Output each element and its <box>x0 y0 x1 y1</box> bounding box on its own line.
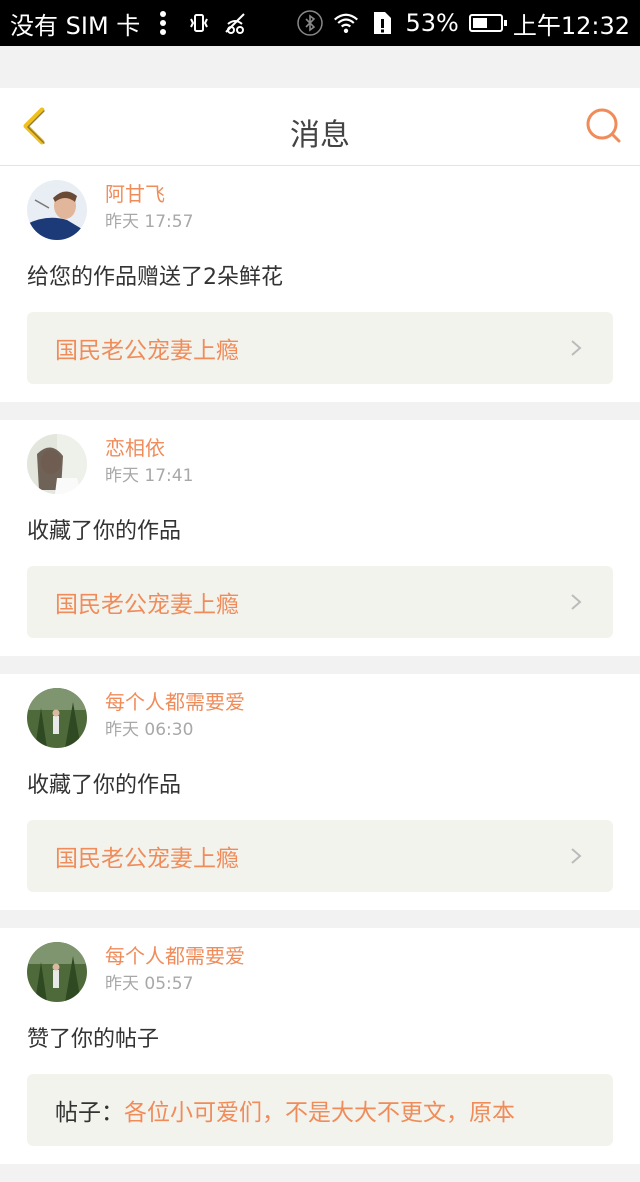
work-link[interactable]: 国民老公宠妻上瘾 <box>27 820 613 892</box>
post-link[interactable]: 帖子：各位小可爱们，不是大大不更文，原本 <box>27 1074 613 1146</box>
work-title: 国民老公宠妻上瘾 <box>55 338 239 364</box>
message-card: 每个人都需要爱 昨天 05:57 赞了你的帖子 帖子：各位小可爱们，不是大大不更… <box>0 928 640 1164</box>
message-action: 赞了你的帖子 <box>27 1027 160 1052</box>
message-time: 昨天 05:57 <box>105 974 194 994</box>
message-card: 每个人都需要爱 昨天 06:30 收藏了你的作品 国民老公宠妻上瘾 <box>0 674 640 910</box>
battery-percent: 53% <box>405 9 459 37</box>
sender-name[interactable]: 恋相依 <box>105 434 193 462</box>
wifi-icon <box>333 10 359 36</box>
carrier-text: 没有 SIM 卡 <box>10 11 141 40</box>
message-card: 阿甘飞 昨天 17:57 给您的作品赠送了2朵鲜花 国民老公宠妻上瘾 <box>0 166 640 402</box>
bluetooth-icon <box>297 10 324 36</box>
post-prefix: 帖子： <box>55 1100 124 1126</box>
avatar-forest-icon[interactable] <box>27 942 87 1002</box>
battery-icon <box>468 14 507 32</box>
work-link[interactable]: 国民老公宠妻上瘾 <box>27 566 613 638</box>
page-title: 消息 <box>290 118 350 153</box>
search-button[interactable] <box>582 104 626 148</box>
work-link[interactable]: 国民老公宠妻上瘾 <box>27 312 613 384</box>
vibrate-icon <box>186 10 212 36</box>
message-card: 恋相依 昨天 17:41 收藏了你的作品 国民老公宠妻上瘾 <box>0 420 640 656</box>
sender-name[interactable]: 每个人都需要爱 <box>105 942 245 970</box>
message-list: 阿甘飞 昨天 17:57 给您的作品赠送了2朵鲜花 国民老公宠妻上瘾 恋相依 昨… <box>0 166 640 1182</box>
status-bar: 没有 SIM 卡 53% 上午12:32 <box>0 0 640 46</box>
chevron-right-icon <box>571 594 582 610</box>
avatar-man-icon[interactable] <box>27 180 87 240</box>
sender-name[interactable]: 每个人都需要爱 <box>105 688 245 716</box>
avatar-woman-icon[interactable] <box>27 434 87 494</box>
search-icon <box>586 108 621 143</box>
sim-alert-icon <box>369 10 395 36</box>
clock: 上午12:32 <box>512 11 630 40</box>
sender-name[interactable]: 阿甘飞 <box>105 180 193 208</box>
no-signal-icon <box>222 10 248 36</box>
chevron-right-icon <box>571 340 582 356</box>
message-time: 昨天 17:57 <box>105 212 194 232</box>
message-action: 收藏了你的作品 <box>27 519 182 544</box>
post-text: 各位小可爱们，不是大大不更文，原本 <box>124 1100 515 1126</box>
work-title: 国民老公宠妻上瘾 <box>55 846 239 872</box>
battery-fill <box>472 18 487 28</box>
message-action: 收藏了你的作品 <box>27 773 182 798</box>
work-title: 国民老公宠妻上瘾 <box>55 592 239 618</box>
avatar-forest-icon[interactable] <box>27 688 87 748</box>
message-time: 昨天 17:41 <box>105 466 194 486</box>
spacer <box>0 46 640 88</box>
message-time: 昨天 06:30 <box>105 720 194 740</box>
chevron-right-icon <box>571 848 582 864</box>
more-vertical-icon <box>150 10 176 36</box>
message-action: 给您的作品赠送了2朵鲜花 <box>27 265 283 290</box>
nav-bar: 消息 <box>0 88 640 166</box>
post-title: 帖子：各位小可爱们，不是大大不更文，原本 <box>55 1093 585 1127</box>
